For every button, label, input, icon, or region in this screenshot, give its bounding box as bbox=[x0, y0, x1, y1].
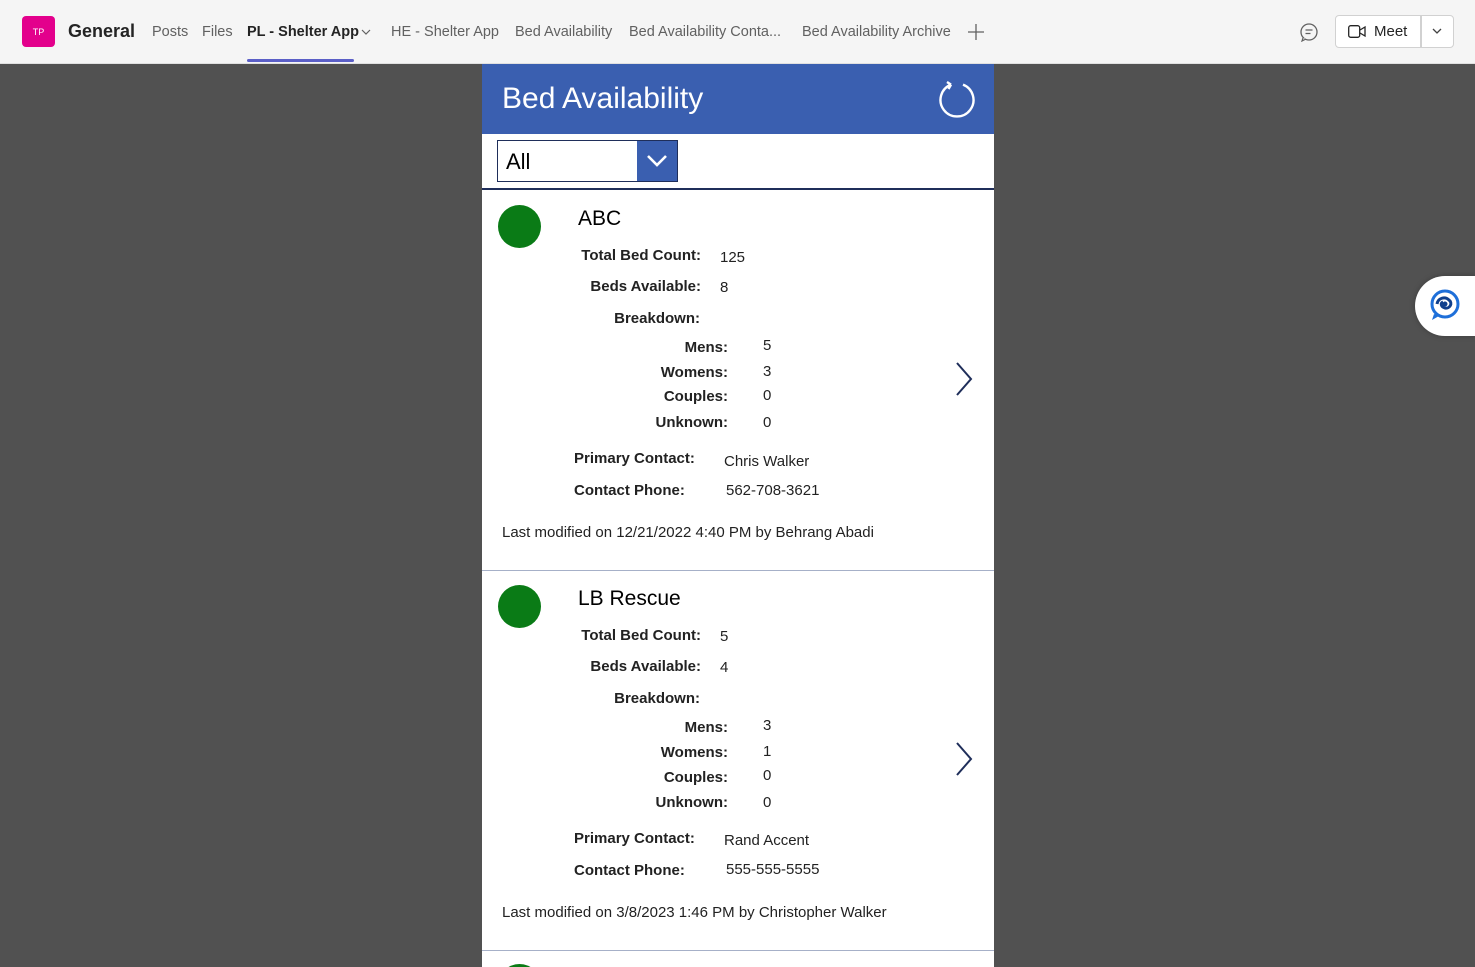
status-indicator bbox=[498, 585, 541, 628]
last-modified-text: Last modified on 3/8/2023 1:46 PM by Chr… bbox=[502, 904, 887, 921]
active-tab-indicator bbox=[247, 59, 354, 62]
meet-button[interactable]: Meet bbox=[1335, 15, 1421, 48]
womens-value: 1 bbox=[763, 743, 772, 760]
beds-available-label: Beds Available: bbox=[590, 278, 701, 295]
couples-value: 0 bbox=[763, 387, 772, 404]
conversation-icon[interactable] bbox=[1299, 22, 1319, 42]
contact-phone-label: Contact Phone: bbox=[574, 482, 685, 499]
womens-label: Womens: bbox=[660, 364, 728, 381]
beds-available-value: 4 bbox=[720, 659, 729, 676]
womens-value: 3 bbox=[763, 363, 772, 380]
assistant-button[interactable] bbox=[1415, 276, 1475, 336]
shelter-name: LB Rescue bbox=[578, 587, 681, 610]
unknown-label: Unknown: bbox=[655, 414, 729, 431]
shelter-card[interactable]: ABC Total Bed Count: 125 Beds Available:… bbox=[482, 190, 994, 571]
unknown-value: 0 bbox=[763, 794, 772, 811]
couples-label: Couples: bbox=[663, 769, 728, 786]
video-camera-icon bbox=[1348, 25, 1366, 38]
tab-bed-availability-contacts[interactable]: Bed Availability Conta... bbox=[629, 24, 781, 40]
tab-bed-availability-archive[interactable]: Bed Availability Archive bbox=[802, 24, 951, 40]
couples-value: 0 bbox=[763, 767, 772, 784]
team-avatar[interactable]: TP bbox=[22, 16, 55, 47]
bed-availability-app: Bed Availability All ABC Total Bed Count… bbox=[482, 64, 994, 967]
contact-phone-label: Contact Phone: bbox=[574, 862, 685, 879]
app-title: Bed Availability bbox=[502, 82, 704, 115]
chat-assistant-icon bbox=[1430, 289, 1460, 320]
add-tab-icon[interactable] bbox=[967, 23, 985, 41]
filter-dropdown[interactable]: All bbox=[497, 140, 678, 182]
primary-contact-label: Primary Contact: bbox=[574, 830, 695, 847]
couples-label: Couples: bbox=[663, 388, 728, 405]
refresh-icon[interactable] bbox=[938, 80, 976, 118]
shelter-name: ABC bbox=[578, 207, 622, 230]
unknown-label: Unknown: bbox=[655, 794, 729, 811]
teams-tab-bar: TP General Posts Files PL - Shelter App … bbox=[0, 0, 1475, 64]
tab-bed-availability[interactable]: Bed Availability bbox=[515, 24, 612, 40]
chevron-down-icon bbox=[647, 155, 667, 167]
meet-options-button[interactable] bbox=[1421, 15, 1454, 48]
breakdown-label: Breakdown: bbox=[614, 310, 700, 327]
contact-phone-value: 555-555-5555 bbox=[726, 861, 820, 878]
chevron-down-icon[interactable] bbox=[360, 26, 372, 38]
channel-name: General bbox=[68, 21, 136, 41]
primary-contact-value: Chris Walker bbox=[724, 453, 810, 470]
app-header: Bed Availability bbox=[482, 64, 994, 134]
unknown-value: 0 bbox=[763, 414, 772, 431]
total-bed-count-label: Total Bed Count: bbox=[581, 247, 701, 264]
mens-label: Mens: bbox=[684, 719, 728, 736]
beds-available-label: Beds Available: bbox=[590, 658, 701, 675]
tab-pl-shelter-app[interactable]: PL - Shelter App bbox=[247, 24, 359, 40]
filter-value: All bbox=[506, 149, 531, 174]
tab-files[interactable]: Files bbox=[202, 24, 233, 40]
contact-phone-value: 562-708-3621 bbox=[726, 482, 820, 499]
shelter-card[interactable]: LB Rescue Total Bed Count: 5 Beds Availa… bbox=[482, 570, 994, 951]
mens-value: 3 bbox=[763, 717, 772, 734]
filter-dropdown-button[interactable] bbox=[637, 141, 677, 181]
chevron-right-icon[interactable] bbox=[954, 741, 974, 777]
total-bed-count-label: Total Bed Count: bbox=[581, 627, 701, 644]
total-bed-count-value: 125 bbox=[720, 249, 746, 266]
mens-label: Mens: bbox=[684, 339, 728, 356]
tab-posts[interactable]: Posts bbox=[152, 24, 188, 40]
total-bed-count-value: 5 bbox=[720, 628, 729, 645]
womens-label: Womens: bbox=[660, 744, 728, 761]
meet-label: Meet bbox=[1374, 23, 1408, 40]
last-modified-text: Last modified on 12/21/2022 4:40 PM by B… bbox=[502, 524, 874, 541]
beds-available-value: 8 bbox=[720, 279, 729, 296]
chevron-down-icon bbox=[1432, 28, 1442, 34]
primary-contact-label: Primary Contact: bbox=[574, 450, 695, 467]
mens-value: 5 bbox=[763, 337, 772, 354]
chevron-right-icon[interactable] bbox=[954, 361, 974, 397]
primary-contact-value: Rand Accent bbox=[724, 832, 810, 849]
tab-he-shelter-app[interactable]: HE - Shelter App bbox=[391, 24, 499, 40]
status-indicator bbox=[498, 205, 541, 248]
breakdown-label: Breakdown: bbox=[614, 690, 700, 707]
